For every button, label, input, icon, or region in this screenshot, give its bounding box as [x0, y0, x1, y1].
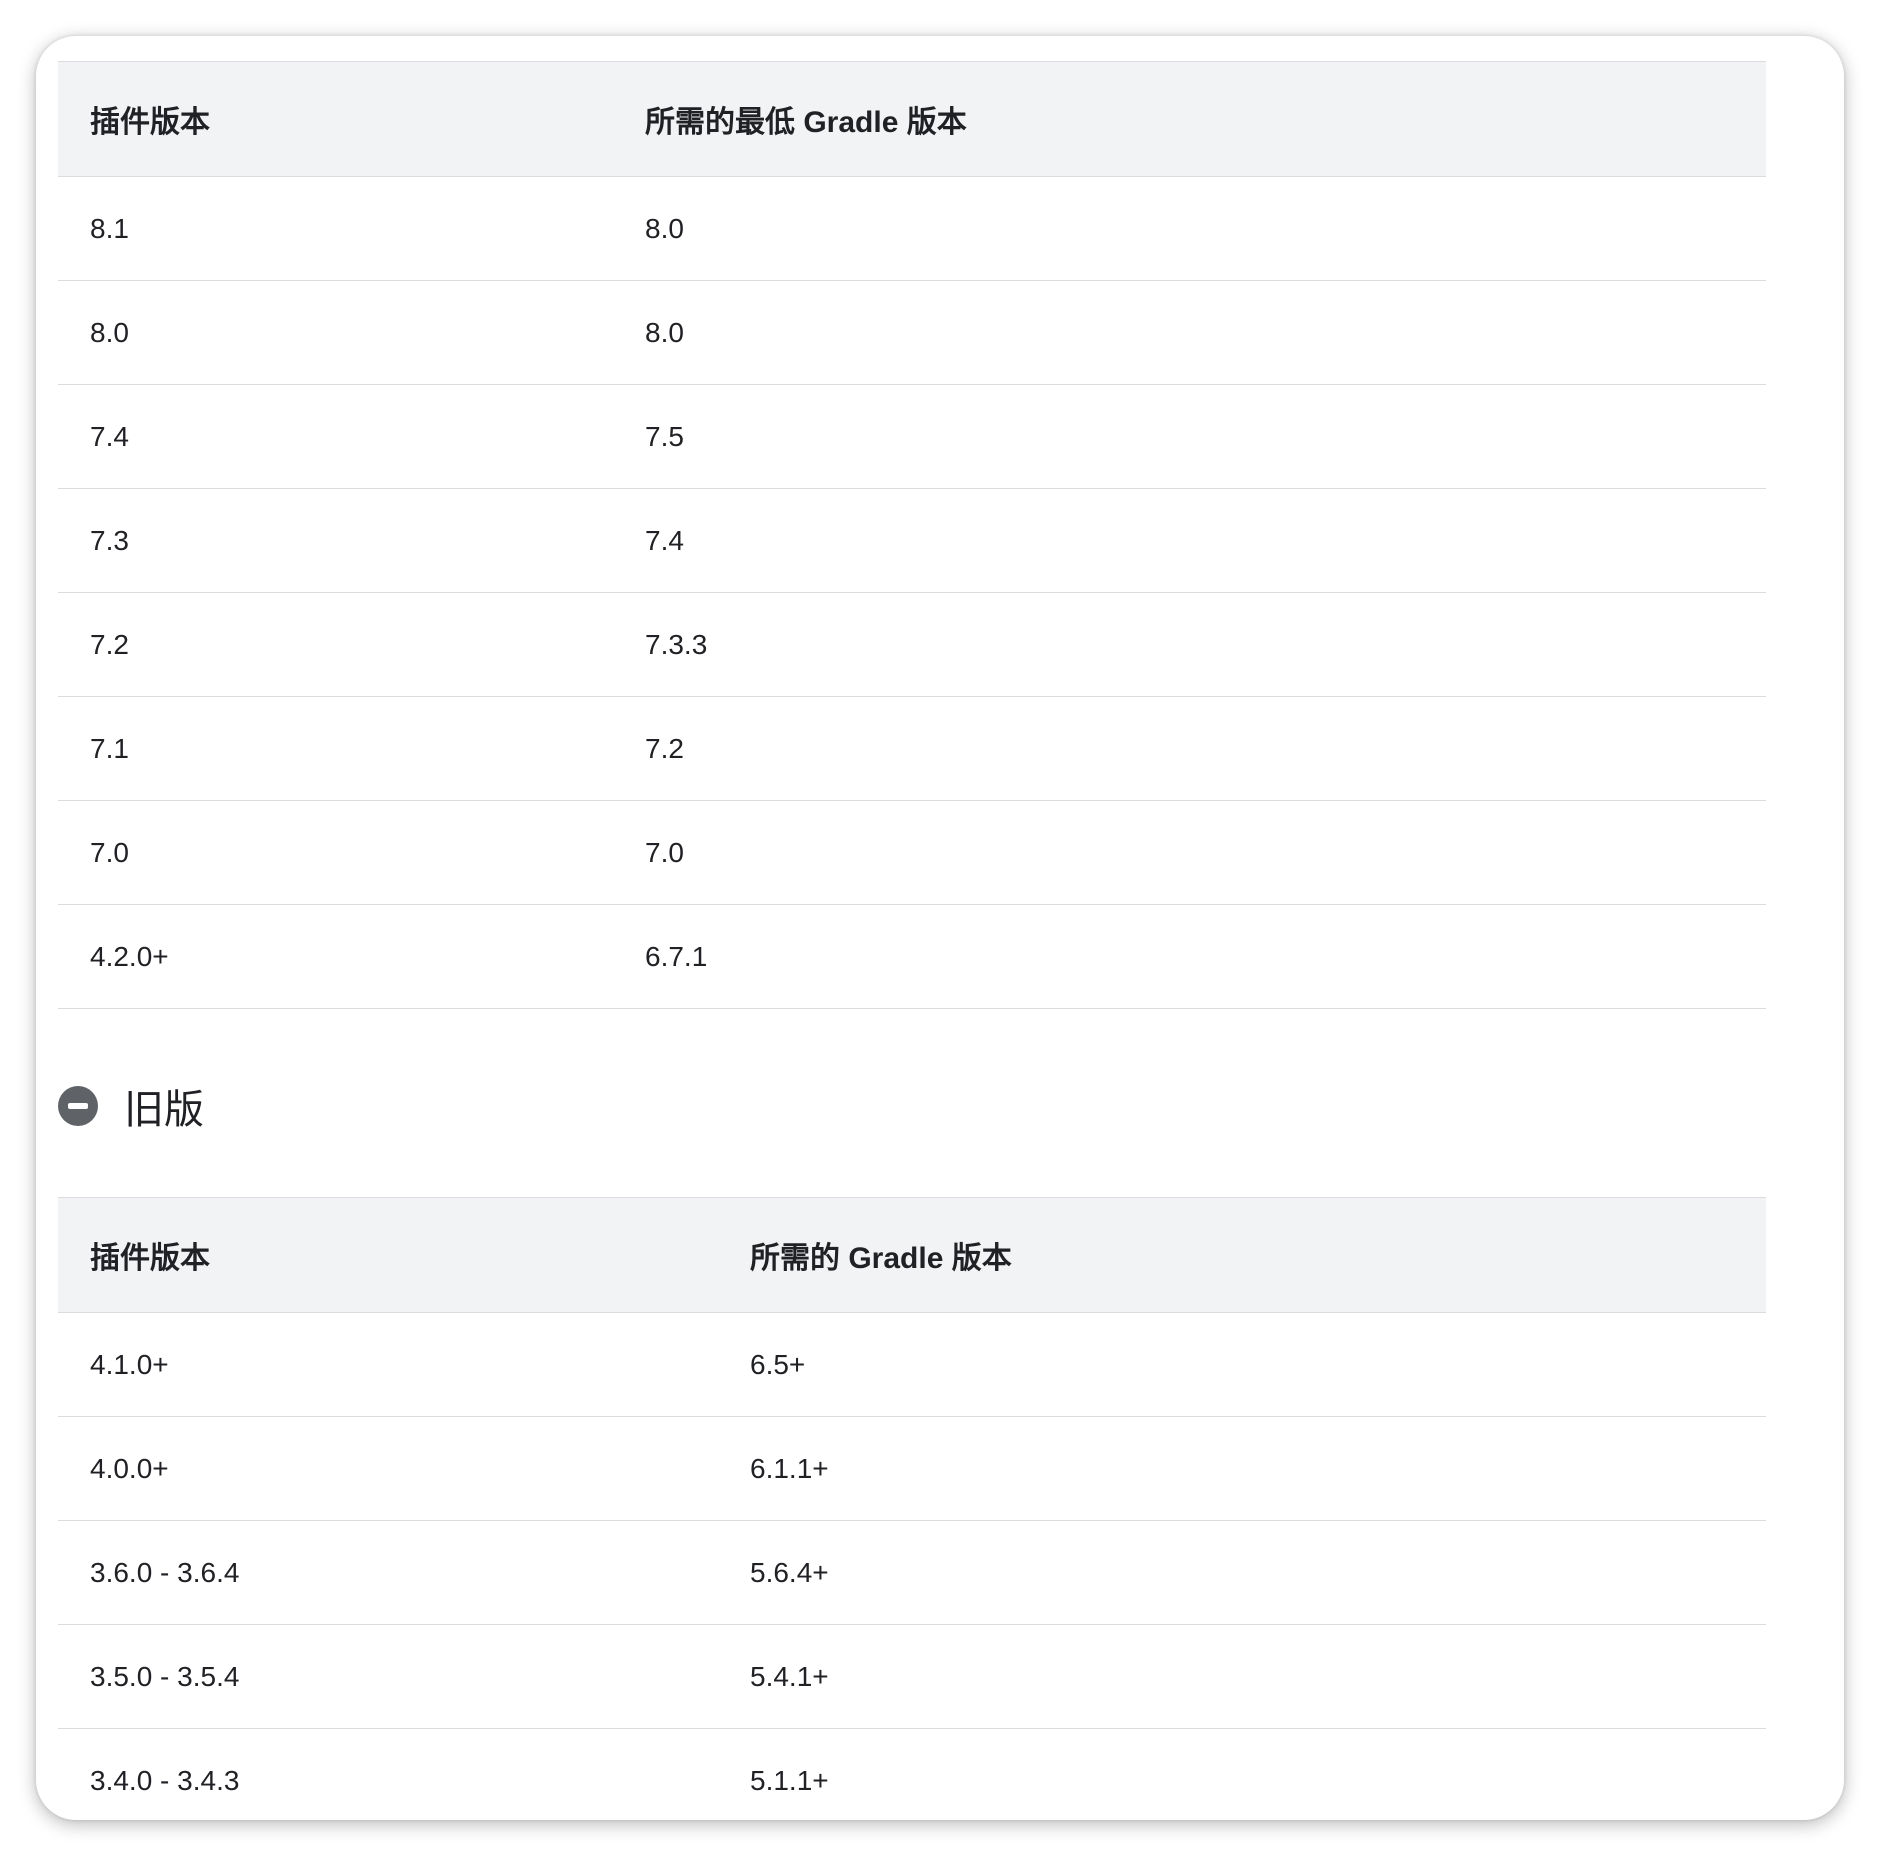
table-row: 7.1 7.2 [58, 696, 1766, 801]
content-card: 插件版本 所需的最低 Gradle 版本 8.1 8.0 8.0 8.0 7.4… [36, 36, 1844, 1820]
column-header-gradle-version: 所需的 Gradle 版本 [718, 1197, 1766, 1313]
gradle-version-cell: 6.1.1+ [718, 1416, 1766, 1521]
table-header-row: 插件版本 所需的最低 Gradle 版本 [58, 61, 1766, 177]
table-row: 4.2.0+ 6.7.1 [58, 904, 1766, 1009]
table-row: 7.2 7.3.3 [58, 592, 1766, 697]
table-row: 4.1.0+ 6.5+ [58, 1312, 1766, 1417]
version-table-legacy: 插件版本 所需的 Gradle 版本 4.1.0+ 6.5+ 4.0.0+ 6.… [58, 1197, 1766, 1820]
gradle-version-cell: 7.0 [613, 800, 1766, 905]
gradle-version-cell: 6.5+ [718, 1312, 1766, 1417]
table-row: 4.0.0+ 6.1.1+ [58, 1416, 1766, 1521]
column-header-plugin-version: 插件版本 [58, 61, 613, 177]
plugin-version-cell: 4.2.0+ [58, 904, 613, 1009]
plugin-version-cell: 3.5.0 - 3.5.4 [58, 1624, 718, 1729]
gradle-version-cell: 7.5 [613, 384, 1766, 489]
gradle-version-cell: 8.0 [613, 176, 1766, 281]
plugin-version-cell: 8.0 [58, 280, 613, 385]
table-row: 8.0 8.0 [58, 280, 1766, 385]
column-header-plugin-version: 插件版本 [58, 1197, 718, 1313]
table-row: 8.1 8.0 [58, 176, 1766, 281]
table-row: 3.5.0 - 3.5.4 5.4.1+ [58, 1624, 1766, 1729]
gradle-version-cell: 5.6.4+ [718, 1520, 1766, 1625]
plugin-version-cell: 8.1 [58, 176, 613, 281]
plugin-version-cell: 7.3 [58, 488, 613, 593]
table-row: 3.4.0 - 3.4.3 5.1.1+ [58, 1728, 1766, 1820]
table-header-row: 插件版本 所需的 Gradle 版本 [58, 1197, 1766, 1313]
plugin-version-cell: 4.1.0+ [58, 1312, 718, 1417]
collapse-minus-icon[interactable] [58, 1086, 98, 1126]
gradle-version-cell: 7.2 [613, 696, 1766, 801]
column-header-min-gradle-version: 所需的最低 Gradle 版本 [613, 61, 1766, 177]
plugin-version-cell: 3.4.0 - 3.4.3 [58, 1728, 718, 1820]
table-row: 7.3 7.4 [58, 488, 1766, 593]
gradle-version-cell: 7.4 [613, 488, 1766, 593]
plugin-version-cell: 7.4 [58, 384, 613, 489]
legacy-section-toggle[interactable]: 旧版 [58, 1076, 204, 1136]
gradle-version-cell: 6.7.1 [613, 904, 1766, 1009]
plugin-version-cell: 4.0.0+ [58, 1416, 718, 1521]
gradle-version-cell: 5.4.1+ [718, 1624, 1766, 1729]
table-row: 7.0 7.0 [58, 800, 1766, 905]
plugin-version-cell: 7.2 [58, 592, 613, 697]
table-row: 7.4 7.5 [58, 384, 1766, 489]
legacy-section-title: 旧版 [124, 1088, 204, 1132]
gradle-version-cell: 8.0 [613, 280, 1766, 385]
table-row: 3.6.0 - 3.6.4 5.6.4+ [58, 1520, 1766, 1625]
gradle-version-cell: 5.1.1+ [718, 1728, 1766, 1820]
plugin-version-cell: 7.0 [58, 800, 613, 905]
plugin-version-cell: 3.6.0 - 3.6.4 [58, 1520, 718, 1625]
plugin-version-cell: 7.1 [58, 696, 613, 801]
gradle-version-cell: 7.3.3 [613, 592, 1766, 697]
version-table-current: 插件版本 所需的最低 Gradle 版本 8.1 8.0 8.0 8.0 7.4… [58, 61, 1766, 1009]
